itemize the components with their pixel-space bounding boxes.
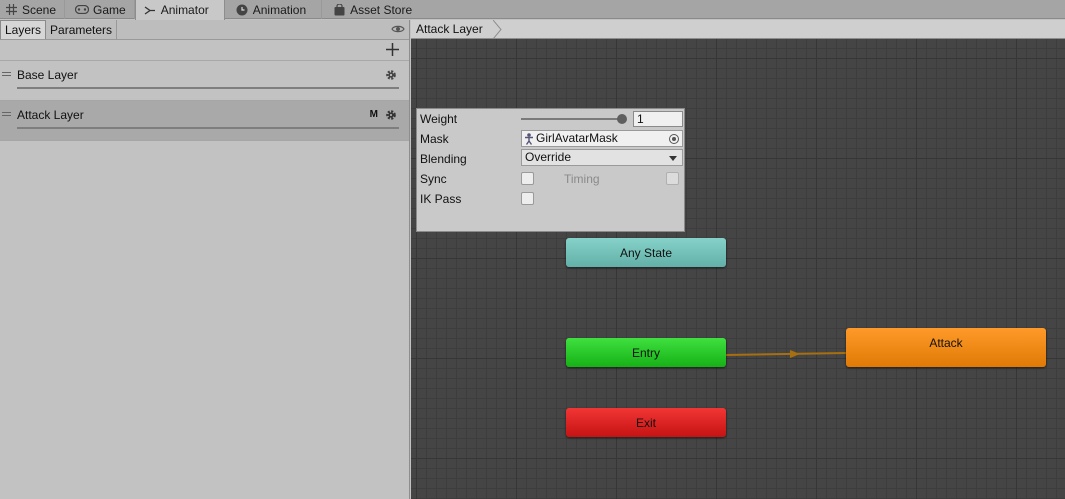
blending-value: Override <box>525 150 572 164</box>
state-node-any-state[interactable]: Any State <box>566 238 726 267</box>
tab-animation[interactable]: Animation <box>225 0 323 19</box>
layer-item-attack[interactable]: Attack Layer M <box>0 101 409 141</box>
ik-pass-checkbox[interactable] <box>521 192 534 205</box>
blending-dropdown[interactable]: Override <box>521 149 683 166</box>
breadcrumb-item[interactable]: Attack Layer <box>416 22 483 36</box>
gamepad-icon <box>75 4 90 16</box>
tab-asset-store[interactable]: Asset Store <box>322 0 420 19</box>
ik-pass-label: IK Pass <box>420 192 462 206</box>
mask-object-field[interactable]: GirlAvatarMask <box>521 130 683 147</box>
drag-handle-icon[interactable] <box>2 112 11 118</box>
mask-badge: M <box>369 109 378 120</box>
clock-icon <box>235 4 249 16</box>
object-picker-icon[interactable] <box>669 134 679 144</box>
weight-slider-handle[interactable] <box>617 114 627 124</box>
gear-icon[interactable] <box>385 69 397 84</box>
layers-panel: Layers Parameters Base Layer Attack Laye… <box>0 20 410 499</box>
sync-checkbox[interactable] <box>521 172 534 185</box>
breadcrumb: Attack Layer <box>411 20 1065 39</box>
tab-animator[interactable]: Animator <box>134 0 225 20</box>
avatar-mask-icon <box>525 133 533 145</box>
layer-item-base[interactable]: Base Layer <box>0 61 409 101</box>
tab-animation-label: Animation <box>252 2 307 17</box>
weight-input[interactable]: 1 <box>633 111 683 127</box>
breadcrumb-arrow-icon <box>493 20 502 39</box>
sync-label: Sync <box>420 172 447 186</box>
tab-animator-label: Animator <box>160 3 209 17</box>
weight-slider-track[interactable] <box>521 118 623 120</box>
add-layer-row <box>0 40 409 61</box>
mask-value: GirlAvatarMask <box>536 131 618 145</box>
drag-handle-icon[interactable] <box>2 72 11 78</box>
weight-label: Weight <box>420 112 458 126</box>
grid-icon <box>4 4 18 16</box>
gear-icon[interactable] <box>385 109 397 124</box>
timing-label: Timing <box>564 172 600 186</box>
layer-weight-bar <box>17 87 399 89</box>
state-node-attack[interactable]: Attack <box>846 328 1046 367</box>
animator-graph-panel: Attack Layer <box>411 20 1065 499</box>
tab-asset-store-label: Asset Store <box>350 2 413 17</box>
animator-icon <box>143 4 157 16</box>
tab-game-label: Game <box>93 2 126 17</box>
layer-name: Base Layer <box>17 68 78 82</box>
plus-icon <box>386 43 399 56</box>
layer-name: Attack Layer <box>17 108 84 122</box>
state-node-exit[interactable]: Exit <box>566 408 726 437</box>
mask-label: Mask <box>420 132 449 146</box>
tab-game[interactable]: Game <box>65 0 135 19</box>
layer-weight-bar <box>17 127 399 129</box>
layers-parameters-tabs: Layers Parameters <box>0 20 409 40</box>
tab-scene-label: Scene <box>22 2 57 17</box>
chevron-down-icon <box>669 156 677 161</box>
add-layer-button[interactable] <box>386 42 399 58</box>
state-node-entry[interactable]: Entry <box>566 338 726 367</box>
blending-label: Blending <box>420 152 467 166</box>
tab-parameters[interactable]: Parameters <box>46 20 118 39</box>
layer-settings-popup: Weight 1 Mask GirlAvatarMask Blending Ov… <box>416 108 685 232</box>
store-bag-icon <box>332 3 346 16</box>
window-tab-bar: Scene Game Animator Animation Asset Stor… <box>0 0 1065 20</box>
tab-scene[interactable]: Scene <box>0 0 66 19</box>
timing-checkbox[interactable] <box>666 172 679 185</box>
tab-layers[interactable]: Layers <box>0 20 47 39</box>
eye-icon[interactable] <box>391 23 405 37</box>
transition-arrow[interactable] <box>726 340 848 366</box>
